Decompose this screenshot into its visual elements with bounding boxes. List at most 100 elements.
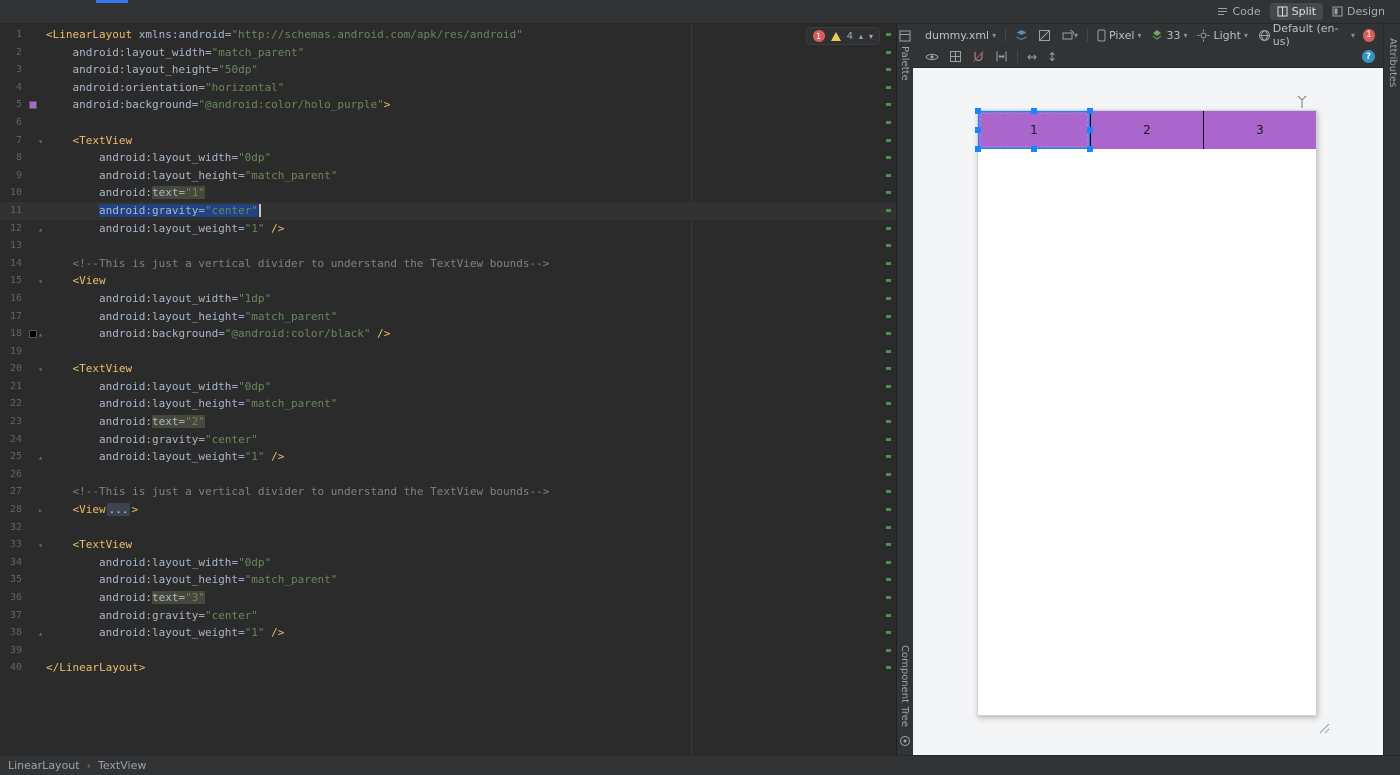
- code-line[interactable]: 28 ▸ <View... >: [0, 501, 896, 519]
- selection-handle[interactable]: [975, 127, 981, 133]
- code-line[interactable]: 6: [0, 114, 896, 132]
- fold-marker-icon[interactable]: ▾: [38, 133, 43, 151]
- gutter-cell[interactable]: 7 ▾: [0, 132, 46, 150]
- palette-icon[interactable]: [899, 30, 911, 42]
- code-line[interactable]: 1 <LinearLayout xmlns:android="http://sch…: [0, 26, 896, 44]
- fold-marker-icon[interactable]: ▾: [38, 273, 43, 291]
- blueprint-toggle-icon[interactable]: [1034, 29, 1055, 42]
- default-margins-icon[interactable]: [991, 50, 1012, 63]
- code-line[interactable]: 38 ▴ android:layout_weight="1" />: [0, 624, 896, 642]
- locale-selector[interactable]: Default (en-us) ▾: [1254, 22, 1359, 48]
- device-selector[interactable]: Pixel ▾: [1093, 29, 1145, 42]
- code-line[interactable]: 16 android:layout_width="1dp": [0, 290, 896, 308]
- gutter-cell[interactable]: 14: [0, 255, 46, 273]
- tab-code[interactable]: Code: [1210, 3, 1267, 20]
- theme-selector[interactable]: Light ▾: [1193, 29, 1251, 42]
- gutter-cell[interactable]: 19: [0, 343, 46, 361]
- next-issue-icon[interactable]: ▾: [869, 32, 873, 41]
- code-line[interactable]: 18 ▴ android:background="@android:color/b…: [0, 325, 896, 343]
- tab-split[interactable]: Split: [1269, 3, 1324, 20]
- gutter-cell[interactable]: 17: [0, 308, 46, 326]
- code-line[interactable]: 27 <!--This is just a vertical divider t…: [0, 483, 896, 501]
- gutter-cell[interactable]: 10: [0, 184, 46, 202]
- code-line[interactable]: 14 <!--This is just a vertical divider t…: [0, 255, 896, 273]
- gutter-cell[interactable]: 33 ▾: [0, 536, 46, 554]
- fold-marker-icon[interactable]: ▸: [38, 502, 43, 520]
- code-line[interactable]: 7 ▾ <TextView: [0, 132, 896, 150]
- code-line[interactable]: 22 android:layout_height="match_parent": [0, 395, 896, 413]
- gutter-cell[interactable]: 16: [0, 290, 46, 308]
- error-count-badge[interactable]: 1: [812, 30, 825, 42]
- gutter-cell[interactable]: 22: [0, 395, 46, 413]
- gutter-cell[interactable]: 13: [0, 237, 46, 255]
- gutter-cell[interactable]: 6: [0, 114, 46, 132]
- selection-handle[interactable]: [975, 108, 981, 114]
- code-line[interactable]: 24 android:gravity="center": [0, 431, 896, 449]
- gutter-cell[interactable]: 3: [0, 61, 46, 79]
- gutter-cell[interactable]: 34: [0, 554, 46, 572]
- view-options-icon[interactable]: [921, 51, 943, 63]
- design-canvas[interactable]: 1 2 3: [913, 68, 1383, 755]
- color-swatch-icon[interactable]: [29, 330, 37, 339]
- gutter-cell[interactable]: 11: [0, 202, 46, 220]
- gutter-cell[interactable]: 15 ▾: [0, 272, 46, 290]
- selection-handle[interactable]: [1031, 146, 1037, 152]
- fold-marker-icon[interactable]: ▾: [38, 537, 43, 555]
- autoconnect-off-icon[interactable]: [968, 50, 989, 63]
- gutter-cell[interactable]: 1: [0, 26, 46, 44]
- code-line[interactable]: 25 ▴ android:layout_weight="1" />: [0, 448, 896, 466]
- gutter-cell[interactable]: 35: [0, 571, 46, 589]
- layout-bounds-icon[interactable]: [945, 50, 966, 63]
- preview-cell-3[interactable]: 3: [1203, 111, 1316, 149]
- gutter-cell[interactable]: 24: [0, 431, 46, 449]
- api-selector[interactable]: 33 ▾: [1147, 29, 1191, 42]
- code-line[interactable]: 19: [0, 343, 896, 361]
- component-tree-icon[interactable]: [899, 735, 911, 747]
- gutter-cell[interactable]: 23: [0, 413, 46, 431]
- gutter-cell[interactable]: 8: [0, 149, 46, 167]
- fold-marker-icon[interactable]: ▴: [38, 625, 43, 643]
- fold-marker-icon[interactable]: ▴: [38, 449, 43, 467]
- code-line[interactable]: 36 android:text="3": [0, 589, 896, 607]
- code-line[interactable]: 33 ▾ <TextView: [0, 536, 896, 554]
- color-swatch-icon[interactable]: [29, 101, 37, 110]
- code-line[interactable]: 13: [0, 237, 896, 255]
- code-line[interactable]: 4 android:orientation="horizontal": [0, 79, 896, 97]
- vcs-change-stripe[interactable]: [885, 26, 891, 677]
- code-line[interactable]: 20 ▾ <TextView: [0, 360, 896, 378]
- gutter-cell[interactable]: 36: [0, 589, 46, 607]
- selection-handle[interactable]: [1087, 108, 1093, 114]
- tab-design[interactable]: Design: [1325, 3, 1392, 20]
- gutter-cell[interactable]: 2: [0, 44, 46, 62]
- code-line[interactable]: 9 android:layout_height="match_parent": [0, 167, 896, 185]
- gutter-cell[interactable]: 25 ▴: [0, 448, 46, 466]
- palette-tab[interactable]: Palette: [899, 46, 910, 81]
- code-line[interactable]: 11 android:gravity="center": [0, 201, 896, 220]
- orientation-icon[interactable]: ▾: [1057, 29, 1082, 42]
- gutter-cell[interactable]: 27: [0, 483, 46, 501]
- gutter-cell[interactable]: 18 ▴: [0, 325, 46, 343]
- code-line[interactable]: 21 android:layout_width="0dp": [0, 378, 896, 396]
- gutter-cell[interactable]: 39: [0, 642, 46, 660]
- align-horizontal-icon[interactable]: ↔: [1023, 50, 1041, 64]
- code-line[interactable]: 23 android:text="2": [0, 413, 896, 431]
- gutter-cell[interactable]: 12 ▴: [0, 220, 46, 238]
- preview-cell-2[interactable]: 2: [1090, 111, 1203, 149]
- prev-issue-icon[interactable]: ▴: [859, 32, 863, 41]
- gutter-cell[interactable]: 4: [0, 79, 46, 97]
- gutter-cell[interactable]: 32: [0, 519, 46, 537]
- gutter-cell[interactable]: 40: [0, 659, 46, 677]
- code-line[interactable]: 3 android:layout_height="50dp": [0, 61, 896, 79]
- gutter-cell[interactable]: 28 ▸: [0, 501, 46, 519]
- gutter-cell[interactable]: 20 ▾: [0, 360, 46, 378]
- issues-badge[interactable]: 1: [1363, 28, 1375, 42]
- preview-resize-handle[interactable]: [1318, 722, 1330, 734]
- design-surface-icon[interactable]: [1011, 29, 1032, 42]
- code-editor[interactable]: 1 <LinearLayout xmlns:android="http://sch…: [0, 24, 897, 755]
- breadcrumb-textview[interactable]: TextView: [98, 759, 146, 772]
- code-line[interactable]: 8 android:layout_width="0dp": [0, 149, 896, 167]
- selection-handle[interactable]: [1087, 146, 1093, 152]
- gutter-cell[interactable]: 21: [0, 378, 46, 396]
- fold-marker-icon[interactable]: ▾: [38, 361, 43, 379]
- fold-marker-icon[interactable]: ▴: [38, 326, 43, 344]
